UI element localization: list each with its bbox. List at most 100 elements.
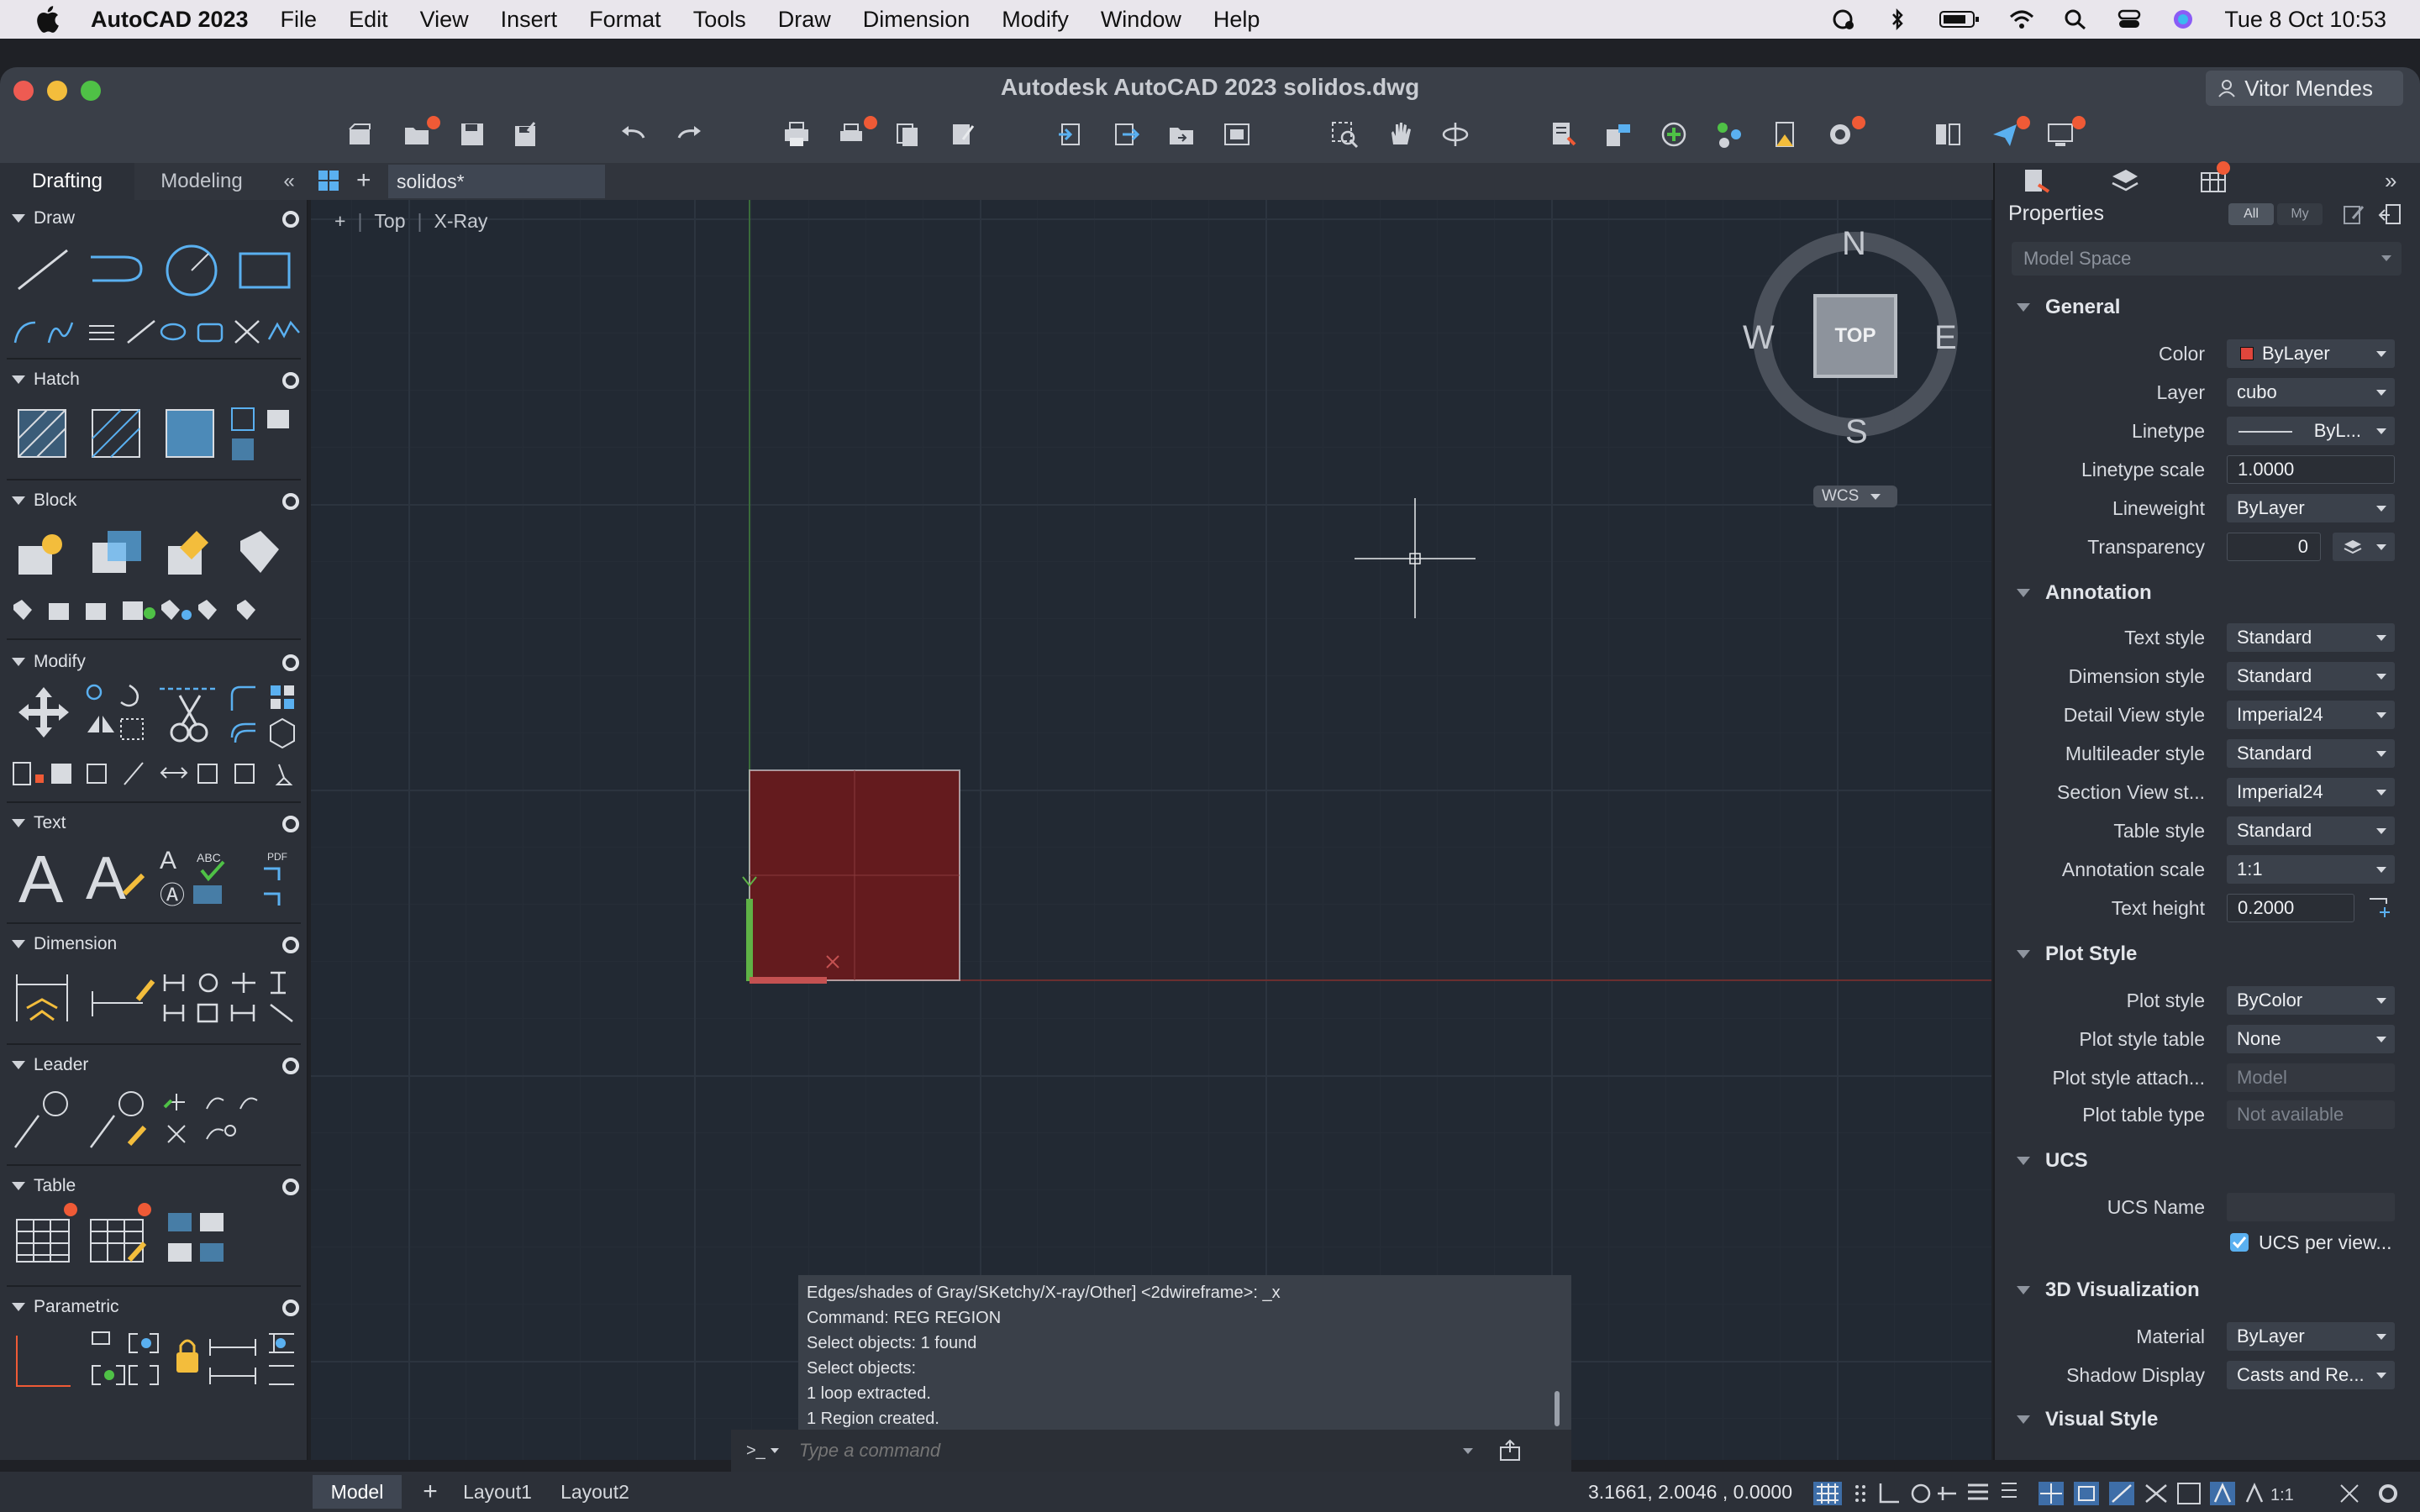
prop-value-layer[interactable]: cubo [2227, 378, 2395, 407]
polyline-tool-icon[interactable] [87, 245, 148, 292]
prop-value-detail-view-style[interactable]: Imperial24 [2227, 701, 2395, 729]
status-toggles[interactable]: 1:1 [1812, 1478, 2417, 1507]
save-as-icon[interactable] [511, 119, 541, 150]
draw-settings-gear-icon[interactable] [282, 211, 299, 228]
prop-value-linetype-scale[interactable]: 1.0000 [2227, 455, 2395, 484]
menu-clock[interactable]: Tue 8 Oct 10:53 [2224, 7, 2386, 33]
match-properties-icon[interactable] [1603, 119, 1634, 150]
section-draw-header[interactable]: Draw [12, 208, 75, 228]
apple-logo-icon[interactable] [32, 3, 66, 36]
bluetooth-icon[interactable] [1885, 8, 1910, 30]
collapse-palette-icon[interactable]: « [271, 163, 308, 200]
menu-dimension[interactable]: Dimension [863, 7, 971, 33]
save-icon[interactable] [457, 119, 487, 150]
prop-value-text-style[interactable]: Standard [2227, 623, 2395, 652]
new-drawing-icon[interactable] [345, 119, 375, 150]
section-modify-header[interactable]: Modify [12, 652, 86, 672]
menu-app-name[interactable]: AutoCAD 2023 [91, 7, 249, 33]
prop-value-text-height[interactable]: 0.2000 [2227, 894, 2354, 922]
chevron-down-icon[interactable] [770, 1448, 779, 1453]
properties-tab-icon[interactable] [2020, 166, 2052, 195]
leader-tools[interactable] [12, 1089, 281, 1151]
command-customize-icon[interactable] [1498, 1439, 1522, 1462]
properties-toolbar-icon[interactable] [1548, 119, 1578, 150]
block-settings-gear-icon[interactable] [282, 493, 299, 510]
menu-help[interactable]: Help [1213, 7, 1260, 33]
orbit-icon[interactable] [1440, 119, 1470, 150]
pick-point-icon[interactable] [2366, 895, 2391, 921]
modify-tools-mid[interactable] [82, 680, 150, 751]
new-tab-plus-icon[interactable]: + [356, 166, 371, 195]
coordinates-readout[interactable]: 3.1661, 2.0046 , 0.0000 [1588, 1481, 1792, 1504]
hatch-tools[interactable] [15, 405, 292, 465]
batch-plot-icon[interactable] [837, 119, 867, 150]
prop-value-multileader-style[interactable]: Standard [2227, 739, 2395, 768]
modify-tools-right[interactable] [227, 682, 301, 753]
drawing-grid-icon[interactable] [318, 170, 339, 192]
menu-view[interactable]: View [420, 7, 469, 33]
undo-icon[interactable] [618, 119, 649, 150]
draw-secondary-tools[interactable] [10, 318, 304, 346]
viewcube-east[interactable]: E [1934, 319, 1957, 357]
render-icon[interactable] [1825, 119, 1855, 150]
command-recent-dropdown-icon[interactable] [1462, 1447, 1473, 1454]
hatch-settings-gear-icon[interactable] [282, 372, 299, 389]
tab-drafting[interactable]: Drafting [0, 163, 134, 200]
transparency-mode-dropdown[interactable] [2333, 533, 2395, 561]
filter-all-button[interactable]: All [2228, 203, 2274, 225]
tab-model[interactable]: Model [313, 1475, 402, 1509]
import-icon[interactable] [1055, 119, 1086, 150]
prop-value-plot-style[interactable]: ByColor [2227, 986, 2395, 1015]
viewcube-south[interactable]: S [1845, 413, 1868, 451]
section-text-header[interactable]: Text [12, 813, 66, 833]
tab-layout2[interactable]: Layout2 [555, 1475, 635, 1509]
ucs-per-viewport-checkbox[interactable] [2230, 1233, 2249, 1252]
viewcube-north[interactable]: N [1842, 225, 1866, 263]
layers-tab-icon[interactable] [2109, 166, 2141, 195]
command-input[interactable] [798, 1440, 1455, 1462]
add-layout-plus-icon[interactable]: + [413, 1475, 447, 1509]
focus-status-icon[interactable] [1831, 8, 1856, 30]
plot-icon[interactable] [781, 119, 812, 150]
modify-settings-gear-icon[interactable] [282, 654, 299, 671]
wcs-menu[interactable]: WCS [1813, 486, 1897, 507]
control-center-icon[interactable] [2117, 8, 2142, 30]
command-prompt-icon[interactable]: >_ [746, 1441, 765, 1461]
menu-modify[interactable]: Modify [1002, 7, 1069, 33]
page-setup-icon[interactable] [892, 119, 923, 150]
user-account-button[interactable]: Vitor Mendes [2206, 71, 2403, 106]
dimension-settings-gear-icon[interactable] [282, 937, 299, 953]
filter-my-button[interactable]: My [2277, 203, 2323, 225]
share-folder-icon[interactable] [1166, 119, 1197, 150]
prop-value-annotation-scale[interactable]: 1:1 [2227, 855, 2395, 884]
menu-tools[interactable]: Tools [693, 7, 746, 33]
wifi-icon[interactable] [2009, 8, 2034, 30]
compare-icon[interactable] [1933, 119, 1963, 150]
export-icon[interactable] [1111, 119, 1141, 150]
category-general[interactable]: General [2017, 296, 2120, 319]
menu-edit[interactable]: Edit [349, 7, 388, 33]
circle-tool-icon[interactable] [163, 242, 220, 299]
prop-value-plot-style-table[interactable]: None [2227, 1025, 2395, 1053]
menu-window[interactable]: Window [1101, 7, 1181, 33]
category-ucs[interactable]: UCS [2017, 1149, 2088, 1173]
send-icon[interactable] [1990, 119, 2020, 150]
spotlight-search-icon[interactable] [2063, 8, 2088, 30]
selection-dropdown[interactable]: Model Space [2012, 242, 2402, 276]
layer-state-icon[interactable] [1714, 119, 1744, 150]
pan-hand-icon[interactable] [1385, 119, 1415, 150]
parametric-tools[interactable] [12, 1327, 302, 1391]
table-settings-gear-icon[interactable] [282, 1179, 299, 1195]
section-block-header[interactable]: Block [12, 491, 76, 511]
section-parametric-header[interactable]: Parametric [12, 1297, 119, 1317]
zoom-window-icon[interactable] [1329, 119, 1360, 150]
battery-icon[interactable] [1939, 8, 1981, 30]
category-annotation[interactable]: Annotation [2017, 581, 2152, 605]
table-tools[interactable] [13, 1210, 232, 1268]
tab-modeling[interactable]: Modeling [134, 163, 269, 200]
menu-file[interactable]: File [281, 7, 318, 33]
line-tool-icon[interactable] [15, 245, 72, 292]
select-objects-icon[interactable] [2378, 202, 2403, 227]
block-secondary-tools[interactable] [10, 596, 296, 625]
prop-value-section-view-style[interactable]: Imperial24 [2227, 778, 2395, 806]
